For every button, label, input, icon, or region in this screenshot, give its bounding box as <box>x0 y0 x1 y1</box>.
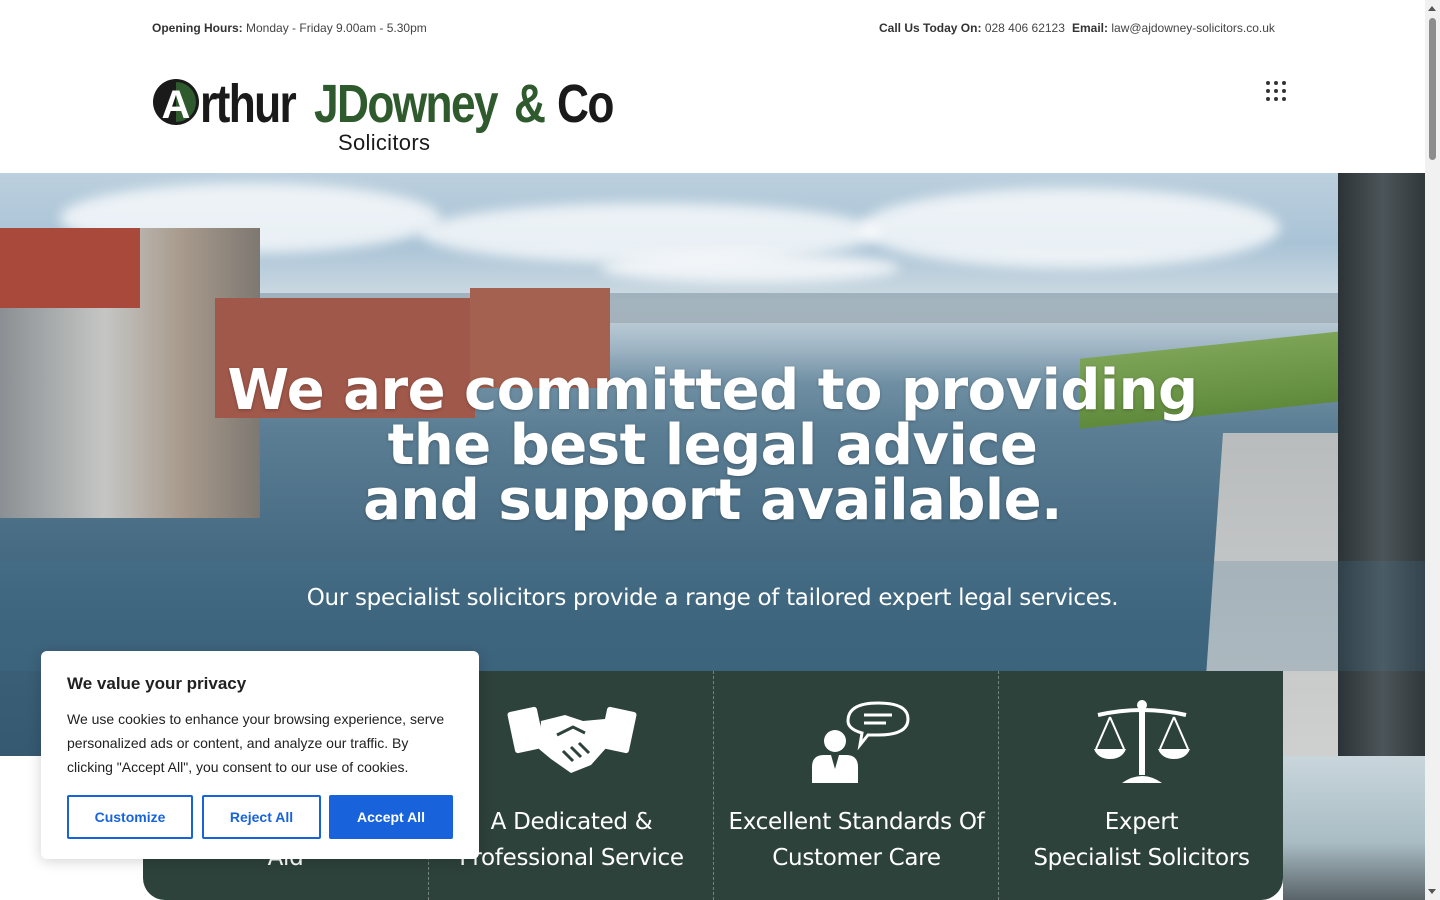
feature-label-line-1: Expert <box>1104 809 1179 835</box>
scroll-down-arrow-icon[interactable] <box>1428 889 1436 894</box>
phone-number-link[interactable]: 028 406 62123 <box>985 21 1065 35</box>
section-background-image <box>1283 756 1425 900</box>
logo-mark-letter: A <box>162 83 191 126</box>
phone-contact[interactable]: Call Us Today On: 028 406 62123 <box>879 21 1065 35</box>
email-label: Email: <box>1072 21 1109 35</box>
hero-headline-line-3: and support available. <box>363 468 1062 533</box>
opening-hours: Opening Hours: Monday - Friday 9.00am - … <box>152 21 427 35</box>
logo-subtitle: Solicitors <box>338 130 431 155</box>
email-link[interactable]: law@ajdowney-solicitors.co.uk <box>1111 21 1275 35</box>
cookie-body-text: We use cookies to enhance your browsing … <box>67 711 445 775</box>
hero-headline-line-2: the best legal advice <box>387 413 1038 478</box>
cookie-title: We value your privacy <box>67 674 247 693</box>
logo-word-co: Co <box>557 74 614 134</box>
hero-subheading: Our specialist solicitors provide a rang… <box>306 585 1119 611</box>
handshake-icon <box>507 706 636 773</box>
hero-headline-line-1: We are committed to providing <box>227 358 1198 423</box>
feature-customer-care[interactable]: Excellent Standards Of Customer Care <box>713 671 999 900</box>
reject-all-button[interactable]: Reject All <box>202 795 321 839</box>
top-info-bar: Opening Hours: Monday - Friday 9.00am - … <box>0 0 1425 58</box>
grid-menu-icon[interactable] <box>1266 81 1286 101</box>
feature-label: Excellent Standards Of Customer Care <box>714 804 999 876</box>
opening-hours-label: Opening Hours: <box>152 21 243 35</box>
logo-word-arthur: rthur <box>200 74 297 134</box>
phone-label: Call Us Today On: <box>879 21 982 35</box>
site-logo[interactable]: A rthur JDowney & Co Solicitors <box>152 74 622 164</box>
feature-label: Expert Specialist Solicitors <box>999 804 1283 876</box>
feature-label-line-2: Customer Care <box>772 845 941 871</box>
scroll-up-arrow-icon[interactable] <box>1428 6 1436 11</box>
logo-mark-icon: A <box>153 79 199 126</box>
feature-label-line-1: Excellent Standards Of <box>728 809 985 835</box>
accept-all-button[interactable]: Accept All <box>329 795 453 839</box>
opening-hours-value: Monday - Friday 9.00am - 5.30pm <box>246 21 427 35</box>
feature-expert-solicitors[interactable]: Expert Specialist Solicitors <box>998 671 1283 900</box>
email-contact[interactable]: Email: law@ajdowney-solicitors.co.uk <box>1072 21 1275 35</box>
feature-label-line-2: Specialist Solicitors <box>1033 845 1250 871</box>
scales-icon <box>1093 700 1190 783</box>
logo-word-ampersand: & <box>514 74 546 134</box>
hero-headline: We are committed to providing the best l… <box>0 358 1425 533</box>
cookie-consent-dialog: We value your privacy We use cookies to … <box>41 651 479 859</box>
page-scrollbar[interactable] <box>1425 0 1440 900</box>
consultant-chat-icon <box>811 701 910 783</box>
customize-button[interactable]: Customize <box>67 795 193 839</box>
scrollbar-thumb[interactable] <box>1429 18 1436 160</box>
logo-word-jdowney: JDowney <box>314 74 499 134</box>
